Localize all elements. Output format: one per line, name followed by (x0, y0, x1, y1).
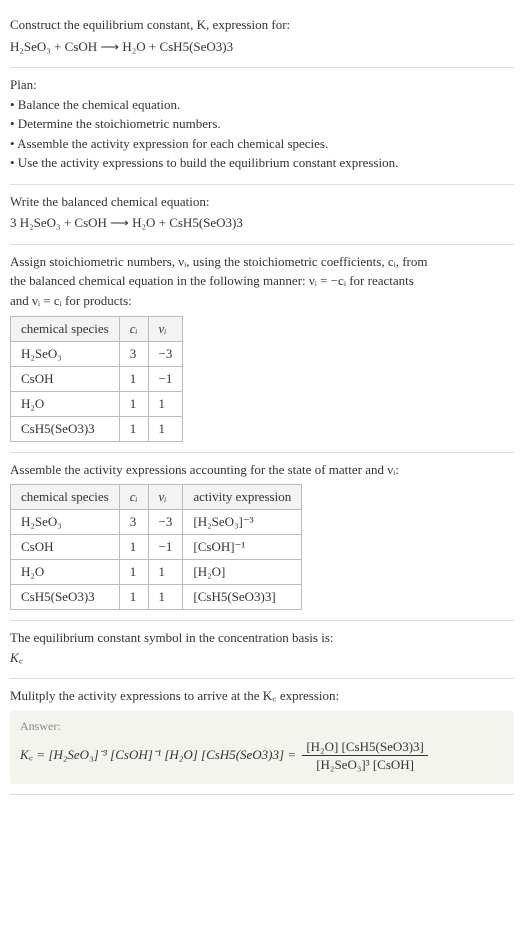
construct-equation: H₂SeO₃ + CsOH ⟶ H₂O + CsH5(SeO3)3 (10, 38, 514, 56)
kc-fraction: [H₂O] [CsH5(SeO3)3] [H₂SeO₃]³ [CsOH] (302, 738, 428, 774)
col-nui: νᵢ (148, 485, 183, 510)
answer-box: Answer: K꜀ = [H₂SeO₃]⁻³ [CsOH]⁻¹ [H₂O] [… (10, 711, 514, 784)
stoich-intro-2: the balanced chemical equation in the fo… (10, 272, 514, 290)
cell-nui: −3 (148, 510, 183, 535)
table-row: CsH5(SeO3)3 1 1 (11, 416, 183, 441)
cell-species: CsH5(SeO3)3 (11, 416, 120, 441)
table-row: H₂SeO₃ 3 −3 [H₂SeO₃]⁻³ (11, 510, 302, 535)
plan-bullet-1: • Balance the chemical equation. (10, 96, 514, 114)
section-construct: Construct the equilibrium constant, K, e… (10, 8, 514, 68)
cell-species: CsH5(SeO3)3 (11, 585, 120, 610)
col-nui: νᵢ (148, 316, 183, 341)
table-header-row: chemical species cᵢ νᵢ (11, 316, 183, 341)
cell-species: CsOH (11, 535, 120, 560)
cell-ci: 1 (119, 585, 148, 610)
kc-text: The equilibrium constant symbol in the c… (10, 629, 514, 647)
col-ci: cᵢ (119, 485, 148, 510)
table-row: CsOH 1 −1 [CsOH]⁻¹ (11, 535, 302, 560)
plan-title: Plan: (10, 76, 514, 94)
cell-nui: −3 (148, 341, 183, 366)
cell-nui: 1 (148, 391, 183, 416)
cell-ci: 1 (119, 416, 148, 441)
stoich-intro-1: Assign stoichiometric numbers, νᵢ, using… (10, 253, 514, 271)
section-balanced: Write the balanced chemical equation: 3 … (10, 185, 514, 245)
table-header-row: chemical species cᵢ νᵢ activity expressi… (11, 485, 302, 510)
balanced-equation: 3 H₂SeO₃ + CsOH ⟶ H₂O + CsH5(SeO3)3 (10, 214, 514, 232)
cell-activity: [CsH5(SeO3)3] (183, 585, 302, 610)
kc-lhs: K꜀ = [H₂SeO₃]⁻³ [CsOH]⁻¹ [H₂O] [CsH5(SeO… (20, 747, 299, 762)
section-kc-symbol: The equilibrium constant symbol in the c… (10, 621, 514, 679)
cell-nui: 1 (148, 560, 183, 585)
cell-ci: 1 (119, 391, 148, 416)
kc-expression: K꜀ = [H₂SeO₃]⁻³ [CsOH]⁻¹ [H₂O] [CsH5(SeO… (20, 738, 504, 774)
activity-table: chemical species cᵢ νᵢ activity expressi… (10, 484, 302, 610)
cell-activity: [CsOH]⁻¹ (183, 535, 302, 560)
cell-activity: [H₂SeO₃]⁻³ (183, 510, 302, 535)
cell-nui: 1 (148, 416, 183, 441)
cell-activity: [H₂O] (183, 560, 302, 585)
col-ci: cᵢ (119, 316, 148, 341)
stoich-intro-3: and νᵢ = cᵢ for products: (10, 292, 514, 310)
stoich-table: chemical species cᵢ νᵢ H₂SeO₃ 3 −3 CsOH … (10, 316, 183, 442)
col-species: chemical species (11, 316, 120, 341)
cell-ci: 1 (119, 535, 148, 560)
answer-label: Answer: (20, 719, 504, 734)
cell-nui: −1 (148, 535, 183, 560)
section-plan: Plan: • Balance the chemical equation. •… (10, 68, 514, 185)
cell-species: CsOH (11, 366, 120, 391)
section-activity: Assemble the activity expressions accoun… (10, 453, 514, 622)
construct-title: Construct the equilibrium constant, K, e… (10, 16, 514, 34)
plan-bullet-3: • Assemble the activity expression for e… (10, 135, 514, 153)
section-multiply: Mulitply the activity expressions to arr… (10, 679, 514, 795)
activity-intro: Assemble the activity expressions accoun… (10, 461, 514, 479)
cell-species: H₂SeO₃ (11, 510, 120, 535)
table-row: CsH5(SeO3)3 1 1 [CsH5(SeO3)3] (11, 585, 302, 610)
kc-fraction-den: [H₂SeO₃]³ [CsOH] (302, 756, 428, 774)
cell-ci: 1 (119, 366, 148, 391)
table-row: CsOH 1 −1 (11, 366, 183, 391)
balanced-title: Write the balanced chemical equation: (10, 193, 514, 211)
table-row: H₂O 1 1 (11, 391, 183, 416)
table-row: H₂O 1 1 [H₂O] (11, 560, 302, 585)
cell-ci: 1 (119, 560, 148, 585)
kc-symbol: K꜀ (10, 649, 514, 667)
col-activity: activity expression (183, 485, 302, 510)
cell-nui: −1 (148, 366, 183, 391)
cell-species: H₂SeO₃ (11, 341, 120, 366)
cell-nui: 1 (148, 585, 183, 610)
plan-bullet-2: • Determine the stoichiometric numbers. (10, 115, 514, 133)
kc-fraction-num: [H₂O] [CsH5(SeO3)3] (302, 738, 428, 757)
plan-bullet-4: • Use the activity expressions to build … (10, 154, 514, 172)
cell-species: H₂O (11, 560, 120, 585)
cell-ci: 3 (119, 510, 148, 535)
table-row: H₂SeO₃ 3 −3 (11, 341, 183, 366)
cell-species: H₂O (11, 391, 120, 416)
multiply-title: Mulitply the activity expressions to arr… (10, 687, 514, 705)
col-species: chemical species (11, 485, 120, 510)
cell-ci: 3 (119, 341, 148, 366)
section-stoich: Assign stoichiometric numbers, νᵢ, using… (10, 245, 514, 453)
